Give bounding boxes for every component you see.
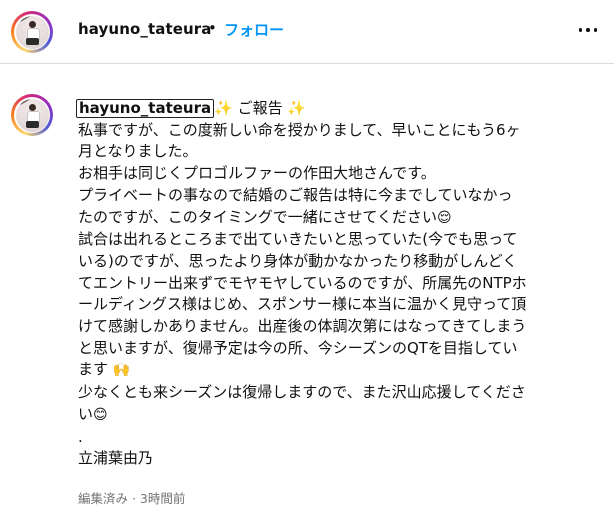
post-meta: 編集済み · 3時間前	[78, 491, 186, 506]
sparkles-icon: ✨	[214, 99, 233, 117]
caption-line: 私事ですが、この度新しい命を授かりまして、早いことにもう6ヶ	[78, 120, 521, 139]
caption-line-with-emoji: たのですが、このタイミングで一緒にさせてください😌	[78, 207, 452, 226]
caption-title-line: hayuno_tateura ✨ ご報告 ✨	[76, 98, 606, 120]
caption-avatar[interactable]	[11, 94, 53, 136]
caption-line: いる)のですが、思ったより身体が動かなかったり移動がしんどく	[78, 251, 518, 270]
header-username[interactable]: hayuno_tateura	[78, 20, 212, 38]
post-header: hayuno_tateura • フォロー	[0, 0, 614, 64]
smiling-face-icon: 😊	[93, 406, 108, 423]
caption-line: てエントリー出来ずでモヤモヤしているのですが、所属先のNTPホ	[78, 273, 527, 292]
caption-line: けて感謝しかありません。出産後の体調次第にはなってきてしまう	[78, 317, 527, 336]
follow-button[interactable]: フォロー	[224, 19, 284, 40]
caption-line: 少なくとも来シーズンは復帰しますので、また沢山応援してくださ	[78, 383, 526, 402]
caption-signature: 立浦葉由乃	[78, 449, 154, 468]
sparkles-icon: ✨	[287, 99, 307, 117]
profile-avatar[interactable]	[11, 11, 53, 53]
raising-hands-icon: 🙌	[112, 362, 131, 379]
caption-title: ご報告	[232, 99, 288, 117]
caption-line-with-emoji: ます 🙌	[78, 360, 131, 379]
post-caption: hayuno_tateura ✨ ご報告 ✨ 私事ですが、この度新しい命を授かりま…	[76, 98, 606, 470]
caption-line: と思いますが、復帰予定は今の所、今シーズンのQTを目指してい	[78, 338, 518, 357]
header-separator: •	[208, 19, 217, 37]
caption-line: 試合は出れるところまで出ていきたいと思っていた(今でも思って	[78, 230, 518, 249]
caption-line: ールディングス様はじめ、スポンサー様に本当に温かく見守って頂	[78, 295, 527, 314]
caption-line: 月となりました。	[78, 142, 198, 161]
caption-line: .	[78, 427, 83, 446]
caption-username[interactable]: hayuno_tateura	[76, 99, 215, 118]
relieved-face-icon: 😌	[436, 209, 452, 226]
more-options-icon[interactable]	[576, 18, 600, 42]
caption-line: プライベートの事なので結婚のご報告は特に今までしていなかっ	[78, 185, 513, 204]
caption-line-with-emoji: い😊	[78, 404, 108, 423]
caption-line: お相手は同じくプロゴルファーの作田大地さんです。	[78, 164, 436, 183]
